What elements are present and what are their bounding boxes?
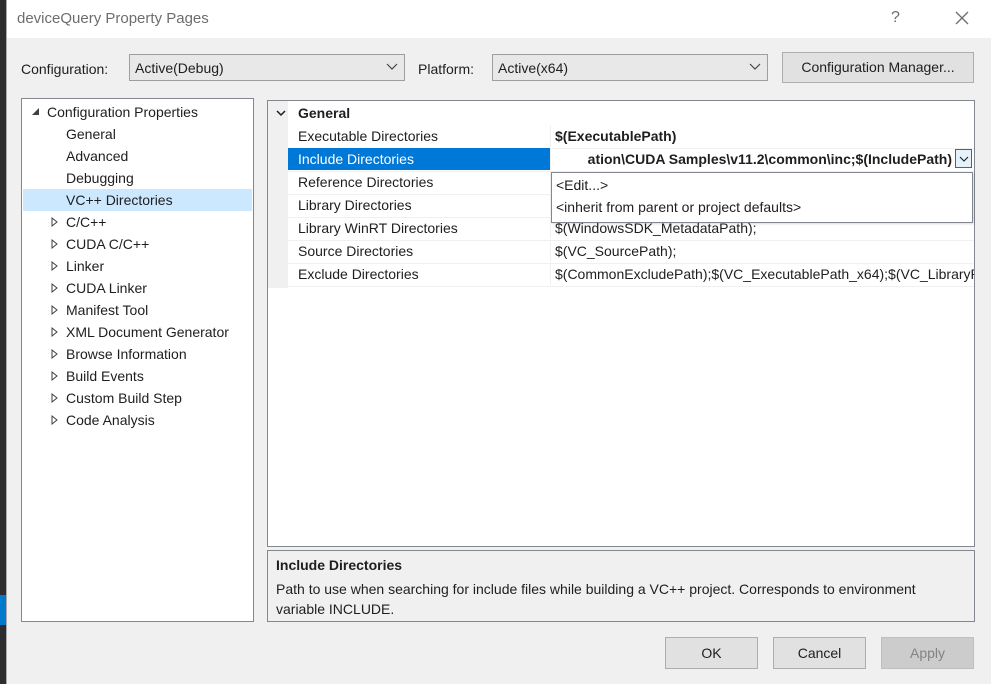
description-text: Path to use when searching for include f… — [276, 581, 916, 617]
grid-category-stripe — [268, 101, 288, 288]
cancel-button[interactable]: Cancel — [773, 637, 866, 669]
configuration-select-value: Active(Debug) — [135, 60, 224, 76]
dropdown-option-edit[interactable]: <Edit...> — [556, 177, 608, 193]
collapsed-triangle-icon — [51, 305, 58, 315]
property-value: $(ExecutablePath) — [555, 128, 677, 144]
close-button[interactable] — [947, 5, 977, 31]
tree-item-label: Code Analysis — [66, 412, 155, 428]
property-name: Executable Directories — [298, 128, 439, 144]
tree-item-label: General — [66, 126, 116, 142]
tree-item-label: Configuration Properties — [47, 104, 198, 120]
collapsed-triangle-icon — [51, 283, 58, 293]
description-panel: Include Directories Path to use when sea… — [267, 550, 975, 622]
property-tree[interactable]: Configuration Properties General Advance… — [21, 98, 254, 622]
chevron-down-icon — [386, 63, 398, 70]
tree-item-debugging[interactable]: Debugging — [23, 167, 252, 189]
property-name: Library Directories — [298, 197, 412, 213]
tree-item-configuration-properties[interactable]: Configuration Properties — [23, 101, 252, 123]
configuration-label: Configuration: — [21, 61, 109, 77]
collapsed-triangle-icon — [51, 371, 58, 381]
description-title: Include Directories — [276, 557, 403, 573]
platform-select[interactable]: Active(x64) — [492, 54, 768, 81]
tree-item-label: CUDA C/C++ — [66, 236, 150, 252]
property-value: $(VC_SourcePath); — [555, 243, 677, 259]
property-row-exclude-directories[interactable]: Exclude Directories $(CommonExcludePath)… — [288, 263, 974, 287]
tree-item-label: Build Events — [66, 368, 144, 384]
title-bar: deviceQuery Property Pages ? — [7, 0, 991, 38]
collapsed-triangle-icon — [51, 217, 58, 227]
configuration-select[interactable]: Active(Debug) — [129, 54, 405, 81]
platform-label: Platform: — [418, 61, 475, 77]
property-name: Include Directories — [298, 151, 414, 167]
property-row-source-directories[interactable]: Source Directories $(VC_SourcePath); — [288, 240, 974, 264]
collapsed-triangle-icon — [51, 239, 58, 249]
collapsed-triangle-icon — [51, 349, 58, 359]
tree-item-label: C/C++ — [66, 214, 107, 230]
collapsed-triangle-icon — [51, 261, 58, 271]
tree-item-label: VC++ Directories — [66, 192, 173, 208]
property-row-executable-directories[interactable]: Executable Directories $(ExecutablePath) — [288, 125, 974, 149]
property-name: Source Directories — [298, 243, 414, 259]
collapsed-triangle-icon — [51, 415, 58, 425]
property-value-editor[interactable]: ation\CUDA Samples\v11.2\common\inc;$(In… — [552, 148, 974, 170]
tree-item-general[interactable]: General — [23, 123, 252, 145]
dropdown-option-inherit[interactable]: <inherit from parent or project defaults… — [556, 199, 801, 215]
tree-item-linker[interactable]: Linker — [23, 255, 252, 277]
tree-item-code-analysis[interactable]: Code Analysis — [23, 409, 252, 431]
tree-item-label: CUDA Linker — [66, 280, 147, 296]
tree-item-label: Browse Information — [66, 346, 187, 362]
property-value: $(CommonExcludePath);$(VC_ExecutablePath… — [555, 266, 974, 282]
tree-item-manifest-tool[interactable]: Manifest Tool — [23, 299, 252, 321]
property-name: Exclude Directories — [298, 266, 419, 282]
collapsed-triangle-icon — [51, 327, 58, 337]
property-name: Reference Directories — [298, 174, 434, 190]
grid-category-general: General — [298, 105, 351, 121]
help-button[interactable]: ? — [891, 9, 900, 27]
window-title: deviceQuery Property Pages — [17, 10, 209, 27]
tree-item-label: XML Document Generator — [66, 324, 229, 340]
tree-item-advanced[interactable]: Advanced — [23, 145, 252, 167]
configuration-manager-button[interactable]: Configuration Manager... — [782, 52, 974, 83]
tree-item-label: Linker — [66, 258, 105, 274]
tree-item-label: Custom Build Step — [66, 390, 182, 406]
tree-item-browse-information[interactable]: Browse Information — [23, 343, 252, 365]
tree-item-xml-document-generator[interactable]: XML Document Generator — [23, 321, 252, 343]
tree-item-label: Debugging — [66, 170, 134, 186]
tree-item-c-cpp[interactable]: C/C++ — [23, 211, 252, 233]
tree-item-label: Advanced — [66, 148, 129, 164]
ok-button[interactable]: OK — [665, 637, 758, 669]
expanded-triangle-icon — [32, 108, 39, 115]
chevron-down-icon[interactable] — [276, 110, 286, 117]
tree-item-build-events[interactable]: Build Events — [23, 365, 252, 387]
property-pages-dialog: deviceQuery Property Pages ? Configurati… — [6, 0, 991, 684]
platform-select-value: Active(x64) — [498, 60, 569, 76]
property-dropdown-button[interactable] — [955, 149, 972, 168]
property-grid[interactable]: General Executable Directories $(Executa… — [267, 100, 975, 547]
chevron-down-icon — [749, 63, 761, 70]
chevron-down-icon — [959, 156, 969, 162]
tree-item-vc-directories[interactable]: VC++ Directories — [23, 189, 252, 211]
tree-item-cuda-c-cpp[interactable]: CUDA C/C++ — [23, 233, 252, 255]
collapsed-triangle-icon — [51, 393, 58, 403]
tree-item-cuda-linker[interactable]: CUDA Linker — [23, 277, 252, 299]
tree-item-label: Manifest Tool — [66, 302, 149, 318]
include-directories-dropdown: <Edit...> <inherit from parent or projec… — [551, 172, 973, 223]
property-name: Library WinRT Directories — [298, 220, 458, 236]
apply-button[interactable]: Apply — [881, 637, 974, 669]
tree-item-custom-build-step[interactable]: Custom Build Step — [23, 387, 252, 409]
property-value: ation\CUDA Samples\v11.2\common\inc;$(In… — [587, 151, 952, 167]
property-row-include-directories[interactable]: Include Directories ation\CUDA Samples\v… — [288, 148, 974, 172]
close-icon — [955, 11, 969, 25]
